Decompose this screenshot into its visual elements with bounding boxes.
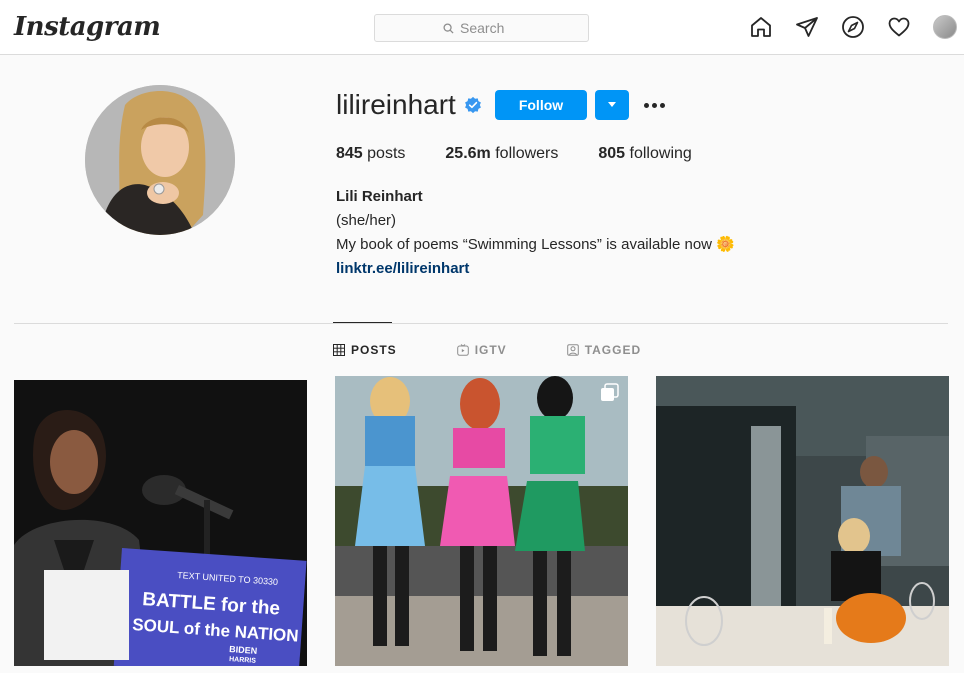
followers-stat[interactable]: 25.6m followers	[445, 145, 558, 163]
post-thumbnail[interactable]	[335, 376, 628, 666]
followers-count: 25.6m	[445, 145, 491, 162]
direct-message-icon[interactable]	[794, 14, 820, 40]
profile-picture[interactable]	[85, 85, 235, 235]
activity-heart-icon[interactable]	[886, 14, 912, 40]
followers-label: followers	[495, 145, 559, 162]
username-row: lilireinhart	[336, 88, 482, 122]
tab-igtv[interactable]: IGTV	[456, 343, 507, 357]
explore-icon[interactable]	[840, 14, 866, 40]
profile-avatar[interactable]	[932, 14, 958, 40]
suggested-accounts-dropdown-button[interactable]	[595, 90, 629, 120]
tagged-icon	[566, 344, 579, 356]
pronouns: (she/her)	[336, 212, 397, 229]
tabs-divider	[14, 323, 948, 324]
post-thumbnail[interactable]: TEXT UNITED TO 30330 BATTLE for the SOUL…	[14, 380, 307, 666]
dot-icon	[659, 102, 665, 108]
search-input[interactable]	[460, 20, 520, 36]
full-name: Lili Reinhart	[336, 188, 423, 205]
tab-posts-label: POSTS	[351, 343, 397, 357]
profile-username: lilireinhart	[336, 89, 456, 120]
search-box[interactable]	[374, 14, 589, 42]
sign-logo-line1: BIDEN	[229, 644, 258, 656]
igtv-icon	[456, 344, 469, 356]
profile-bio: Lili Reinhart (she/her) My book of poems…	[336, 185, 735, 281]
following-count: 805	[598, 145, 626, 162]
posts-stat: 845 posts	[336, 145, 405, 163]
top-nav-bar: Instagram	[0, 0, 964, 55]
following-label: following	[629, 145, 692, 162]
nav-icons	[748, 14, 958, 40]
profile-stats: 845 posts 25.6m followers 805 following	[336, 145, 732, 163]
tab-tagged[interactable]: TAGGED	[566, 343, 642, 357]
tab-igtv-label: IGTV	[474, 343, 507, 357]
caret-down-icon	[608, 102, 616, 107]
profile-tabs: POSTS IGTV TAGGED	[333, 343, 641, 357]
post-thumbnail[interactable]	[656, 376, 949, 666]
more-options-button[interactable]	[640, 94, 668, 116]
dot-icon	[643, 102, 649, 108]
bio-link[interactable]: linktr.ee/lilireinhart	[336, 260, 469, 277]
active-tab-indicator	[333, 322, 392, 323]
verified-badge-icon	[464, 96, 481, 114]
tab-tagged-label: TAGGED	[584, 343, 642, 357]
tab-posts[interactable]: POSTS	[333, 343, 397, 357]
following-stat[interactable]: 805 following	[598, 145, 691, 163]
bio-text: My book of poems “Swimming Lessons” is a…	[336, 236, 735, 253]
follow-button[interactable]: Follow	[495, 90, 587, 120]
grid-icon	[333, 344, 345, 356]
posts-label: posts	[367, 145, 406, 162]
home-icon[interactable]	[748, 14, 774, 40]
dot-icon	[651, 102, 657, 108]
instagram-logo[interactable]: Instagram	[14, 12, 161, 42]
search-icon	[443, 22, 454, 34]
posts-count: 845	[336, 145, 363, 162]
